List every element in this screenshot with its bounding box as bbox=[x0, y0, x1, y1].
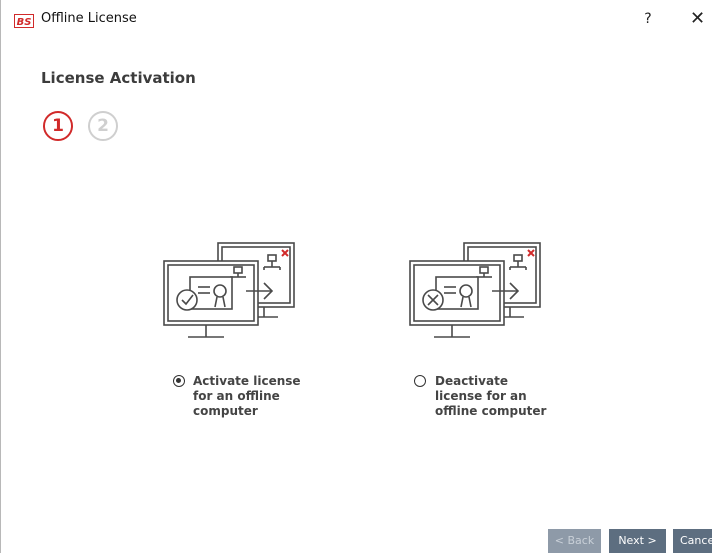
activate-license-illustration[interactable] bbox=[160, 237, 300, 347]
deactivate-license-label[interactable]: Deactivate license for an offline comput… bbox=[435, 374, 565, 419]
title-bar: BS Offline License ? ✕ bbox=[0, 0, 712, 36]
back-button[interactable]: < Back bbox=[548, 529, 601, 553]
deactivate-label-line-2: license for an bbox=[435, 389, 527, 403]
next-button[interactable]: Next > bbox=[609, 529, 666, 553]
step-indicator-2: 2 bbox=[88, 111, 118, 141]
activate-license-radio[interactable] bbox=[173, 375, 185, 387]
close-button[interactable]: ✕ bbox=[690, 9, 712, 31]
deactivate-license-illustration[interactable] bbox=[406, 237, 546, 347]
activate-label-line-2: for an offline bbox=[193, 389, 280, 403]
page-title: License Activation bbox=[41, 69, 196, 87]
activate-label-line-1: Activate license bbox=[193, 374, 301, 388]
app-logo-text: BS bbox=[17, 17, 32, 28]
step-indicator-1: 1 bbox=[43, 111, 73, 141]
activate-license-label[interactable]: Activate license for an offline computer bbox=[193, 374, 323, 419]
app-logo-icon: BS bbox=[14, 13, 34, 28]
deactivate-label-line-1: Deactivate bbox=[435, 374, 508, 388]
activate-label-line-3: computer bbox=[193, 404, 258, 418]
window-title: Offline License bbox=[41, 11, 137, 26]
cancel-button[interactable]: Cancel bbox=[673, 529, 712, 553]
deactivate-license-radio[interactable] bbox=[414, 375, 426, 387]
deactivate-label-line-3: offline computer bbox=[435, 404, 547, 418]
help-button[interactable]: ? bbox=[638, 9, 658, 29]
window-left-border bbox=[0, 0, 1, 553]
